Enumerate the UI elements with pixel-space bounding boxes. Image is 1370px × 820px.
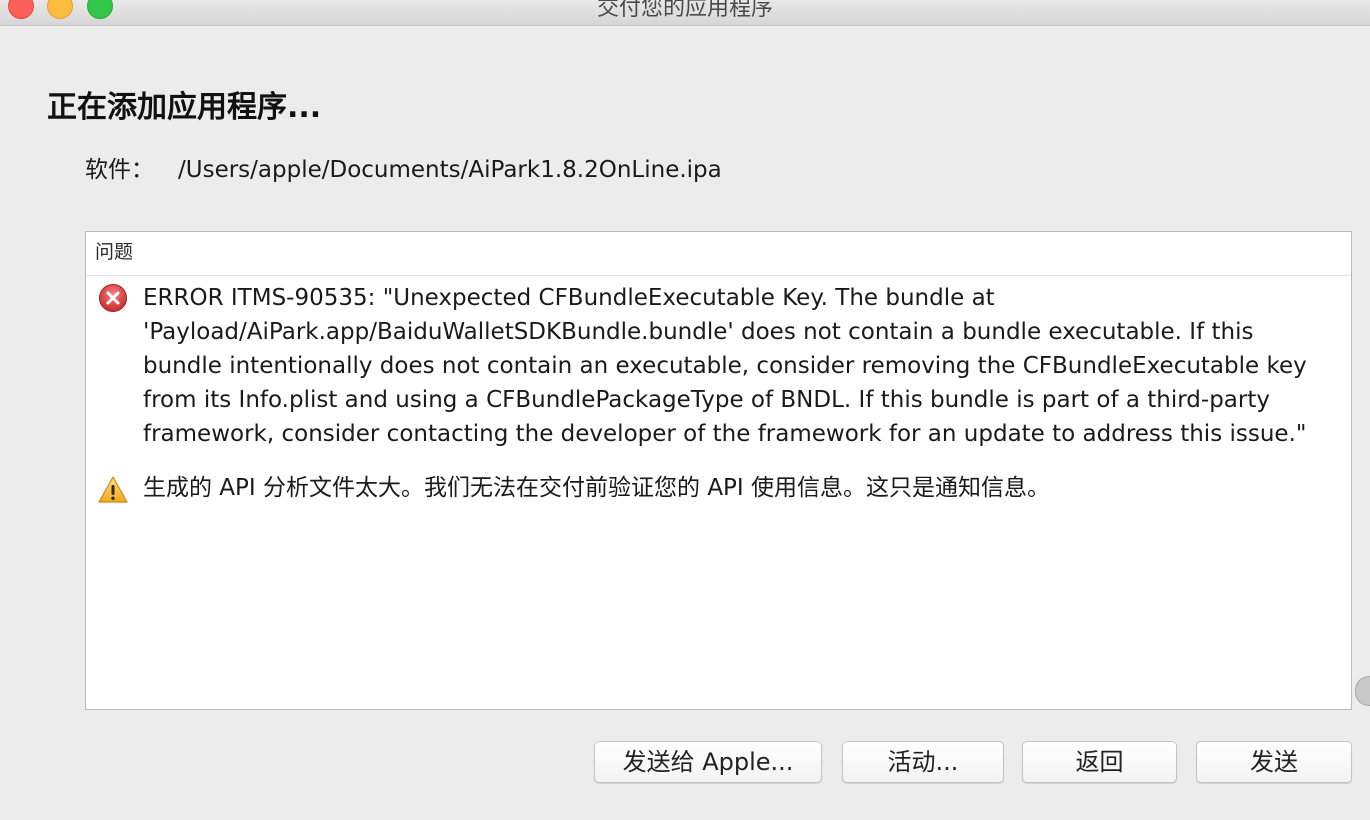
window-title: 交付您的应用程序 bbox=[596, 0, 773, 21]
error-message: ERROR ITMS-90535: "Unexpected CFBundleEx… bbox=[143, 285, 1307, 447]
activity-button[interactable]: 活动... bbox=[842, 741, 1004, 783]
software-label: 软件： bbox=[85, 157, 154, 183]
error-icon bbox=[98, 283, 128, 313]
issues-header: 问题 bbox=[86, 232, 1351, 276]
warning-message: 生成的 API 分析文件太大。我们无法在交付前验证您的 API 使用信息。这只是… bbox=[143, 475, 1051, 501]
software-path: /Users/apple/Documents/AiPark1.8.2OnLine… bbox=[178, 157, 722, 183]
title-bar: 交付您的应用程序 bbox=[0, 0, 1370, 26]
send-to-apple-button[interactable]: 发送给 Apple... bbox=[594, 741, 822, 783]
deliver-app-window: 交付您的应用程序 正在添加应用程序... 软件： /Users/apple/Doc… bbox=[0, 0, 1370, 820]
warning-icon bbox=[98, 475, 128, 505]
back-button[interactable]: 返回 bbox=[1022, 741, 1177, 783]
issues-panel[interactable]: 问题 ERROR ITMS-90535: "Unexpected CFBundl… bbox=[85, 231, 1352, 710]
software-row: 软件： /Users/apple/Documents/AiPark1.8.2OnL… bbox=[85, 150, 722, 184]
resize-handle[interactable] bbox=[1355, 676, 1370, 706]
page-title: 正在添加应用程序... bbox=[47, 90, 322, 125]
send-button[interactable]: 发送 bbox=[1196, 741, 1352, 783]
